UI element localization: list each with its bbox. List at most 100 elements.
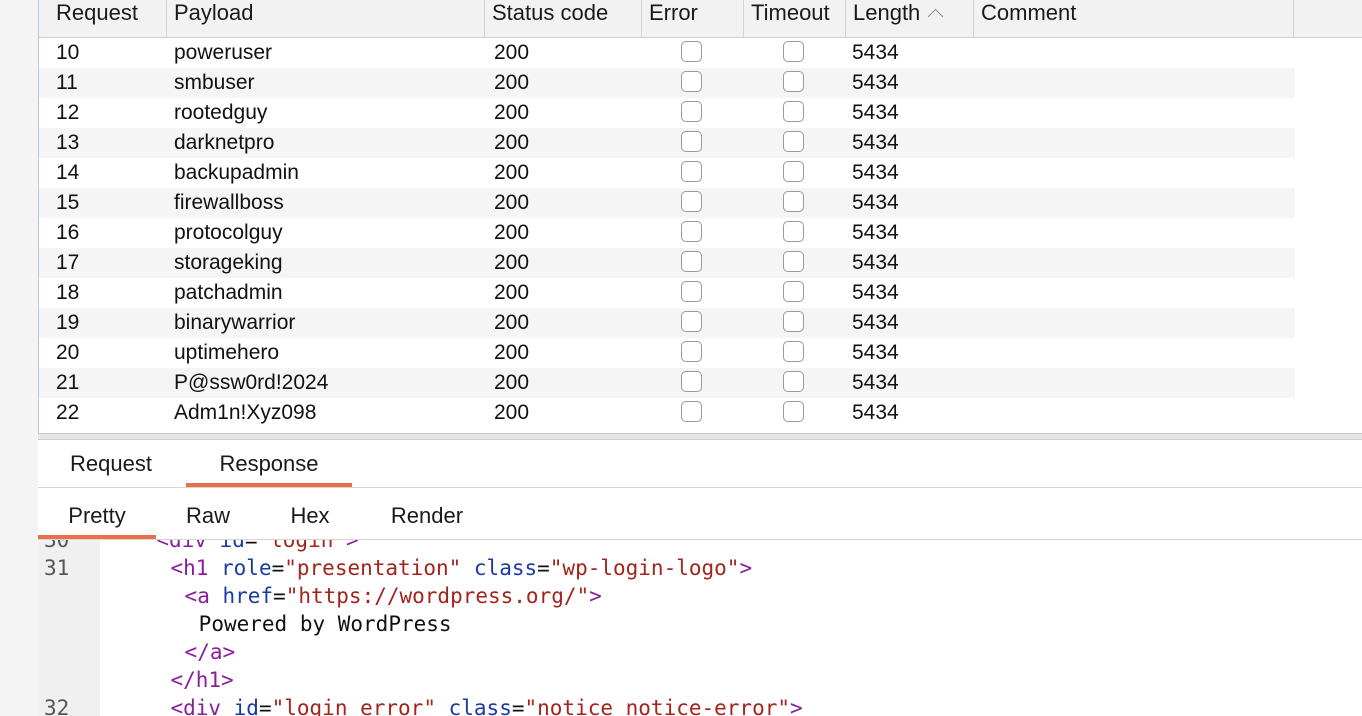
table-row[interactable]: 16 protocolguy 200 5434 [39,218,1295,248]
code-source: Powered by WordPress [199,610,452,638]
table-row[interactable]: 10 poweruser 200 5434 [39,38,1295,68]
cell-request: 17 [56,251,80,274]
code-token-tag: > [790,696,803,716]
cell-length: 5434 [852,41,899,64]
code-token-val: "login_error" [271,696,449,716]
error-checkbox[interactable] [681,101,702,122]
cell-request: 22 [56,401,80,424]
cell-payload: uptimehero [174,341,280,364]
table-row[interactable]: 12 rootedguy 200 5434 [39,98,1295,128]
code-token-attr: id [233,696,259,716]
tab-request[interactable]: Request [56,440,166,487]
table-row[interactable]: 11 smbuser 200 5434 [39,68,1295,98]
code-source: </a> [185,638,236,666]
code-token-txt: = [258,696,272,716]
timeout-checkbox[interactable] [783,221,804,242]
table-row[interactable]: 22 Adm1n!Xyz098 200 5434 [39,398,1295,428]
cell-length: 5434 [852,71,899,94]
cell-length: 5434 [852,161,899,184]
response-code-view[interactable]: 30 <div id="login"> 31 <h1 role="presentati… [38,540,1362,716]
error-checkbox[interactable] [681,161,702,182]
column-header-error[interactable]: Error [642,0,744,37]
error-checkbox[interactable] [681,191,702,212]
code-token-tag: <a [184,584,223,608]
code-token-tag: <h1 [170,556,222,580]
column-header-label: Error [649,0,698,25]
error-checkbox[interactable] [681,221,702,242]
error-checkbox[interactable] [681,311,702,332]
error-checkbox[interactable] [681,71,702,92]
tab-hex[interactable]: Hex [270,488,350,539]
error-checkbox[interactable] [681,281,702,302]
table-row[interactable]: 21 P@ssw0rd!2024 200 5434 [39,368,1295,398]
cell-request: 21 [56,371,80,394]
timeout-checkbox[interactable] [783,251,804,272]
column-header-request[interactable]: Request [49,0,167,37]
timeout-checkbox[interactable] [783,341,804,362]
error-checkbox[interactable] [681,41,702,62]
code-token-tag: </a> [184,640,236,664]
column-header-timeout[interactable]: Timeout [744,0,846,37]
cell-request: 16 [56,221,80,244]
table-row[interactable]: 19 binarywarrior 200 5434 [39,308,1295,338]
timeout-checkbox[interactable] [783,101,804,122]
table-row[interactable]: 15 firewallboss 200 5434 [39,188,1295,218]
table-row[interactable]: 14 backupadmin 200 5434 [39,158,1295,188]
timeout-checkbox[interactable] [783,71,804,92]
code-token-tag: > [589,584,602,608]
cell-request: 10 [56,41,80,64]
code-token-attr: class [448,696,512,716]
code-token-tag: <div [156,540,220,552]
timeout-checkbox[interactable] [783,401,804,422]
tab-response[interactable]: Response [186,440,352,487]
table-row[interactable]: 18 patchadmin 200 5434 [39,278,1295,308]
error-checkbox[interactable] [681,131,702,152]
error-checkbox[interactable] [681,341,702,362]
cell-status: 200 [494,131,530,154]
table-row[interactable]: 20 uptimehero 200 5434 [39,338,1295,368]
column-header-label: Payload [174,0,254,25]
cell-payload: rootedguy [174,101,268,124]
cell-status: 200 [494,251,530,274]
cell-length: 5434 [852,371,899,394]
timeout-checkbox[interactable] [783,41,804,62]
cell-length: 5434 [852,311,899,334]
cell-payload: poweruser [174,41,273,64]
error-checkbox[interactable] [681,251,702,272]
line-number: 31 [44,556,70,580]
code-source: <h1 role="presentation" class="wp-login-… [170,554,752,582]
table-row[interactable]: 17 storageking 200 5434 [39,248,1295,278]
table-body: 10 poweruser 200 5434 11 smbuser 200 5434 12 root… [39,38,1362,428]
table-row[interactable]: 13 darknetpro 200 5434 [39,128,1295,158]
column-header-status-code[interactable]: Status code [485,0,642,37]
cell-status: 200 [494,161,530,184]
timeout-checkbox[interactable] [783,191,804,212]
cell-status: 200 [494,101,530,124]
cell-length: 5434 [852,221,899,244]
cell-payload: P@ssw0rd!2024 [174,371,329,394]
tab-raw[interactable]: Raw [166,488,250,539]
column-header-length[interactable]: Length [846,0,974,37]
code-token-tag: <div [170,696,234,716]
timeout-checkbox[interactable] [783,131,804,152]
error-checkbox[interactable] [681,371,702,392]
line-number: 30 [44,540,70,552]
cell-request: 14 [56,161,80,184]
cell-request: 20 [56,341,80,364]
timeout-checkbox[interactable] [783,281,804,302]
cell-payload: patchadmin [174,281,283,304]
cell-request: 15 [56,191,80,214]
timeout-checkbox[interactable] [783,161,804,182]
code-source: </h1> [170,666,233,694]
tab-pretty[interactable]: Pretty [38,488,156,539]
cell-request: 18 [56,281,80,304]
table-header: Request Payload Status code Error Timeou… [39,0,1362,38]
code-token-attr: class [473,556,538,580]
column-header-comment[interactable]: Comment [974,0,1294,37]
timeout-checkbox[interactable] [783,311,804,332]
timeout-checkbox[interactable] [783,371,804,392]
error-checkbox[interactable] [681,401,702,422]
column-header-payload[interactable]: Payload [167,0,485,37]
tab-render[interactable]: Render [376,488,478,539]
cell-payload: backupadmin [174,161,299,184]
